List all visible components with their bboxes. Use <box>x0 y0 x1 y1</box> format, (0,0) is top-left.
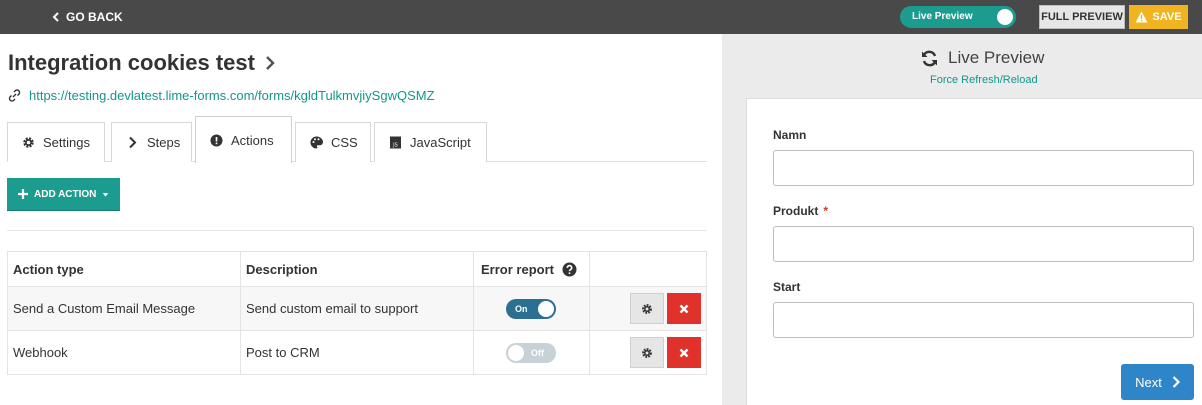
field-label-text: Namn <box>773 128 807 142</box>
editor-panel: Integration cookies test https://testing… <box>0 34 722 405</box>
gear-icon <box>642 303 652 314</box>
live-preview-toggle[interactable]: Live Preview <box>900 6 1016 28</box>
error-report-cell: Off <box>473 330 590 375</box>
table-row: Webhook Post to CRM Off <box>7 330 707 375</box>
question-circle-icon[interactable] <box>562 262 577 277</box>
toggle-knob <box>997 9 1013 25</box>
header-action-type: Action type <box>7 251 241 287</box>
toggle-knob <box>508 344 524 361</box>
header-error-report-label: Error report <box>481 261 554 277</box>
plus-icon <box>18 189 28 199</box>
divider <box>7 230 707 231</box>
chevron-right-icon <box>129 136 137 149</box>
next-label: Next <box>1135 374 1162 390</box>
row-buttons-cell <box>589 330 707 375</box>
live-preview-toggle-label: Live Preview <box>912 11 973 22</box>
error-report-cell: On <box>473 286 590 331</box>
header-error-report: Error report <box>473 251 590 287</box>
refresh-icon <box>922 50 937 66</box>
preview-form: Namn Produkt * Start Next <box>746 98 1202 405</box>
close-icon <box>679 304 689 313</box>
live-preview-title: Live Preview <box>948 48 1045 67</box>
tab-steps-label: Steps <box>147 135 181 150</box>
live-preview-heading: Live Preview <box>921 48 1044 68</box>
live-preview-panel: Live Preview Force Refresh/Reload Namn P… <box>722 34 1202 405</box>
delete-action-button[interactable] <box>667 337 701 368</box>
warning-icon <box>1135 11 1148 23</box>
chevron-left-icon <box>52 12 59 22</box>
js-file-icon: JS <box>390 136 401 149</box>
table-header-row: Action type Description Error report <box>7 251 707 287</box>
field-label-start: Start <box>773 280 800 294</box>
toggle-knob <box>538 300 554 317</box>
caret-down-icon <box>103 192 109 197</box>
tab-actions[interactable]: Actions <box>195 116 292 163</box>
palette-icon <box>310 136 323 149</box>
chevron-right-icon <box>1172 376 1180 388</box>
tab-bar: Settings Steps Actions CSS JS JavaScript <box>7 116 707 163</box>
tab-css-label: CSS <box>331 135 358 150</box>
save-label: SAVE <box>1152 11 1182 23</box>
go-back-label: GO BACK <box>66 10 123 24</box>
add-action-button[interactable]: ADD ACTION <box>7 178 120 210</box>
exclamation-circle-icon <box>210 134 223 146</box>
delete-action-button[interactable] <box>667 293 701 324</box>
field-label-text: Produkt <box>773 204 819 218</box>
gear-icon <box>642 347 652 358</box>
toggle-label: On <box>515 303 528 314</box>
description-cell: Send custom email to support <box>240 286 474 331</box>
edit-action-button[interactable] <box>630 293 664 324</box>
page-title[interactable]: Integration cookies test <box>8 50 275 76</box>
action-type-cell: Send a Custom Email Message <box>7 286 241 331</box>
error-report-toggle[interactable]: Off <box>506 342 556 363</box>
tab-javascript[interactable]: JS JavaScript <box>374 122 487 162</box>
next-button[interactable]: Next <box>1121 364 1194 400</box>
force-refresh-link[interactable]: Force Refresh/Reload <box>930 74 1038 86</box>
chevron-right-icon <box>266 56 275 70</box>
table-row: Send a Custom Email Message Send custom … <box>7 286 707 331</box>
namn-input[interactable] <box>773 150 1194 186</box>
tab-actions-label: Actions <box>231 132 274 148</box>
header-buttons <box>589 251 707 287</box>
tab-settings-label: Settings <box>43 135 90 150</box>
field-label-produkt: Produkt * <box>773 204 828 218</box>
form-url-row: https://testing.devlatest.lime-forms.com… <box>8 88 435 103</box>
error-report-toggle[interactable]: On <box>506 298 556 319</box>
tab-javascript-label: JavaScript <box>410 135 471 150</box>
toggle-label: Off <box>531 347 544 358</box>
header-description: Description <box>240 251 474 287</box>
top-bar: GO BACK Live Preview FULL PREVIEW SAVE <box>0 0 1202 34</box>
close-icon <box>679 348 689 357</box>
edit-action-button[interactable] <box>630 337 664 368</box>
form-url-link[interactable]: https://testing.devlatest.lime-forms.com… <box>29 88 435 103</box>
form-title: Integration cookies test <box>8 50 255 75</box>
add-action-label: ADD ACTION <box>34 188 97 200</box>
produkt-input[interactable] <box>773 226 1194 262</box>
start-input[interactable] <box>773 302 1194 338</box>
action-type-cell: Webhook <box>7 330 241 375</box>
save-button[interactable]: SAVE <box>1129 5 1188 29</box>
row-buttons-cell <box>589 286 707 331</box>
full-preview-button[interactable]: FULL PREVIEW <box>1039 5 1125 29</box>
actions-table: Action type Description Error report Sen… <box>7 251 707 375</box>
tab-settings[interactable]: Settings <box>7 122 105 162</box>
required-marker: * <box>823 204 829 218</box>
tab-steps[interactable]: Steps <box>111 122 192 162</box>
link-icon <box>8 89 21 102</box>
svg-text:JS: JS <box>392 143 398 149</box>
gear-icon <box>23 137 34 148</box>
field-label-namn: Namn <box>773 128 806 142</box>
description-cell: Post to CRM <box>240 330 474 375</box>
go-back-button[interactable]: GO BACK <box>52 10 123 24</box>
field-label-text: Start <box>773 280 801 294</box>
tab-css[interactable]: CSS <box>295 122 371 162</box>
